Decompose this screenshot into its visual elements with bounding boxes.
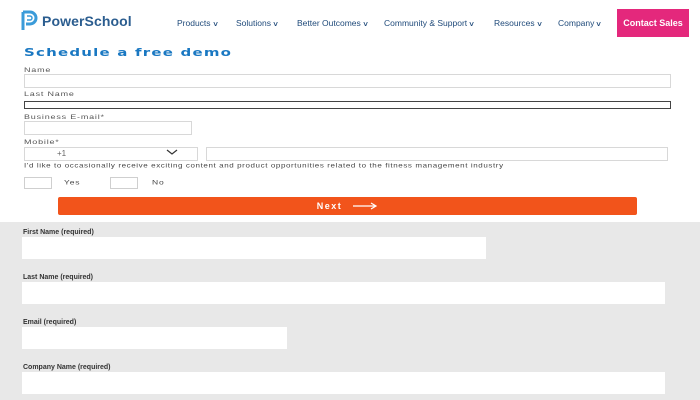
contact-sales-button[interactable]: Contact Sales (617, 9, 689, 37)
nav-label: Community & Support (384, 18, 468, 28)
chevron-down-icon: ∨ (468, 21, 476, 28)
no-checkbox[interactable] (110, 177, 138, 189)
consent-text: I'd like to occasionally receive excitin… (24, 162, 504, 169)
chevron-down-icon: ∨ (272, 21, 279, 28)
next-button-label: Next (316, 201, 343, 211)
first-name-label: First Name (required) (23, 229, 94, 236)
country-code-select[interactable]: +1 (24, 147, 198, 161)
chevron-down-icon: ∨ (595, 21, 603, 28)
last-name-label: Last Name (24, 90, 75, 98)
first-name-input[interactable] (22, 237, 486, 259)
nav-item-company[interactable]: Company∨ (558, 18, 602, 28)
chevron-down-icon: ∨ (362, 21, 369, 28)
country-code-value: +1 (57, 149, 67, 158)
top-navigation-bar: PowerSchool Products∨ Solutions∨ Better … (0, 0, 700, 46)
business-email-input[interactable] (24, 121, 192, 135)
nav-item-products[interactable]: Products∨ (177, 18, 218, 28)
nav-label: Better Outcomes (297, 18, 361, 28)
contact-form-section: First Name (required) Last Name (require… (0, 222, 700, 400)
name-label: Name (24, 66, 52, 74)
name-input[interactable] (24, 74, 671, 88)
business-email-label: Business E-mail* (24, 113, 105, 121)
nav-label: Products (177, 18, 211, 28)
yes-checkbox[interactable] (24, 177, 52, 189)
mobile-input[interactable] (206, 147, 668, 161)
yes-label: Yes (64, 178, 81, 186)
last-name-input[interactable] (24, 101, 671, 109)
chevron-down-icon (166, 149, 178, 155)
arrow-right-icon (353, 202, 378, 210)
demo-form-title: Schedule a free demo (24, 46, 233, 59)
no-label: No (152, 178, 165, 186)
email-label: Email (required) (23, 319, 77, 326)
company-name-label: Company Name (required) (23, 364, 111, 371)
chevron-down-icon: ∨ (535, 21, 543, 28)
chevron-down-icon: ∨ (211, 21, 219, 28)
main-nav: Products∨ Solutions∨ Better Outcomes∨ Co… (0, 18, 700, 32)
next-button[interactable]: Next (58, 197, 637, 215)
mobile-label: Mobile* (24, 138, 60, 146)
last-name-required-label: Last Name (required) (23, 274, 94, 281)
nav-label: Solutions (236, 18, 271, 28)
email-input[interactable] (22, 327, 287, 349)
nav-label: Company (558, 18, 595, 28)
company-name-input[interactable] (22, 372, 665, 394)
nav-label: Resources (494, 18, 535, 28)
nav-item-community-support[interactable]: Community & Support∨ (384, 18, 476, 28)
nav-item-better-outcomes[interactable]: Better Outcomes∨ (297, 18, 369, 28)
last-name-required-input[interactable] (22, 282, 665, 304)
nav-item-resources[interactable]: Resources∨ (494, 18, 543, 28)
nav-item-solutions[interactable]: Solutions∨ (236, 18, 279, 28)
